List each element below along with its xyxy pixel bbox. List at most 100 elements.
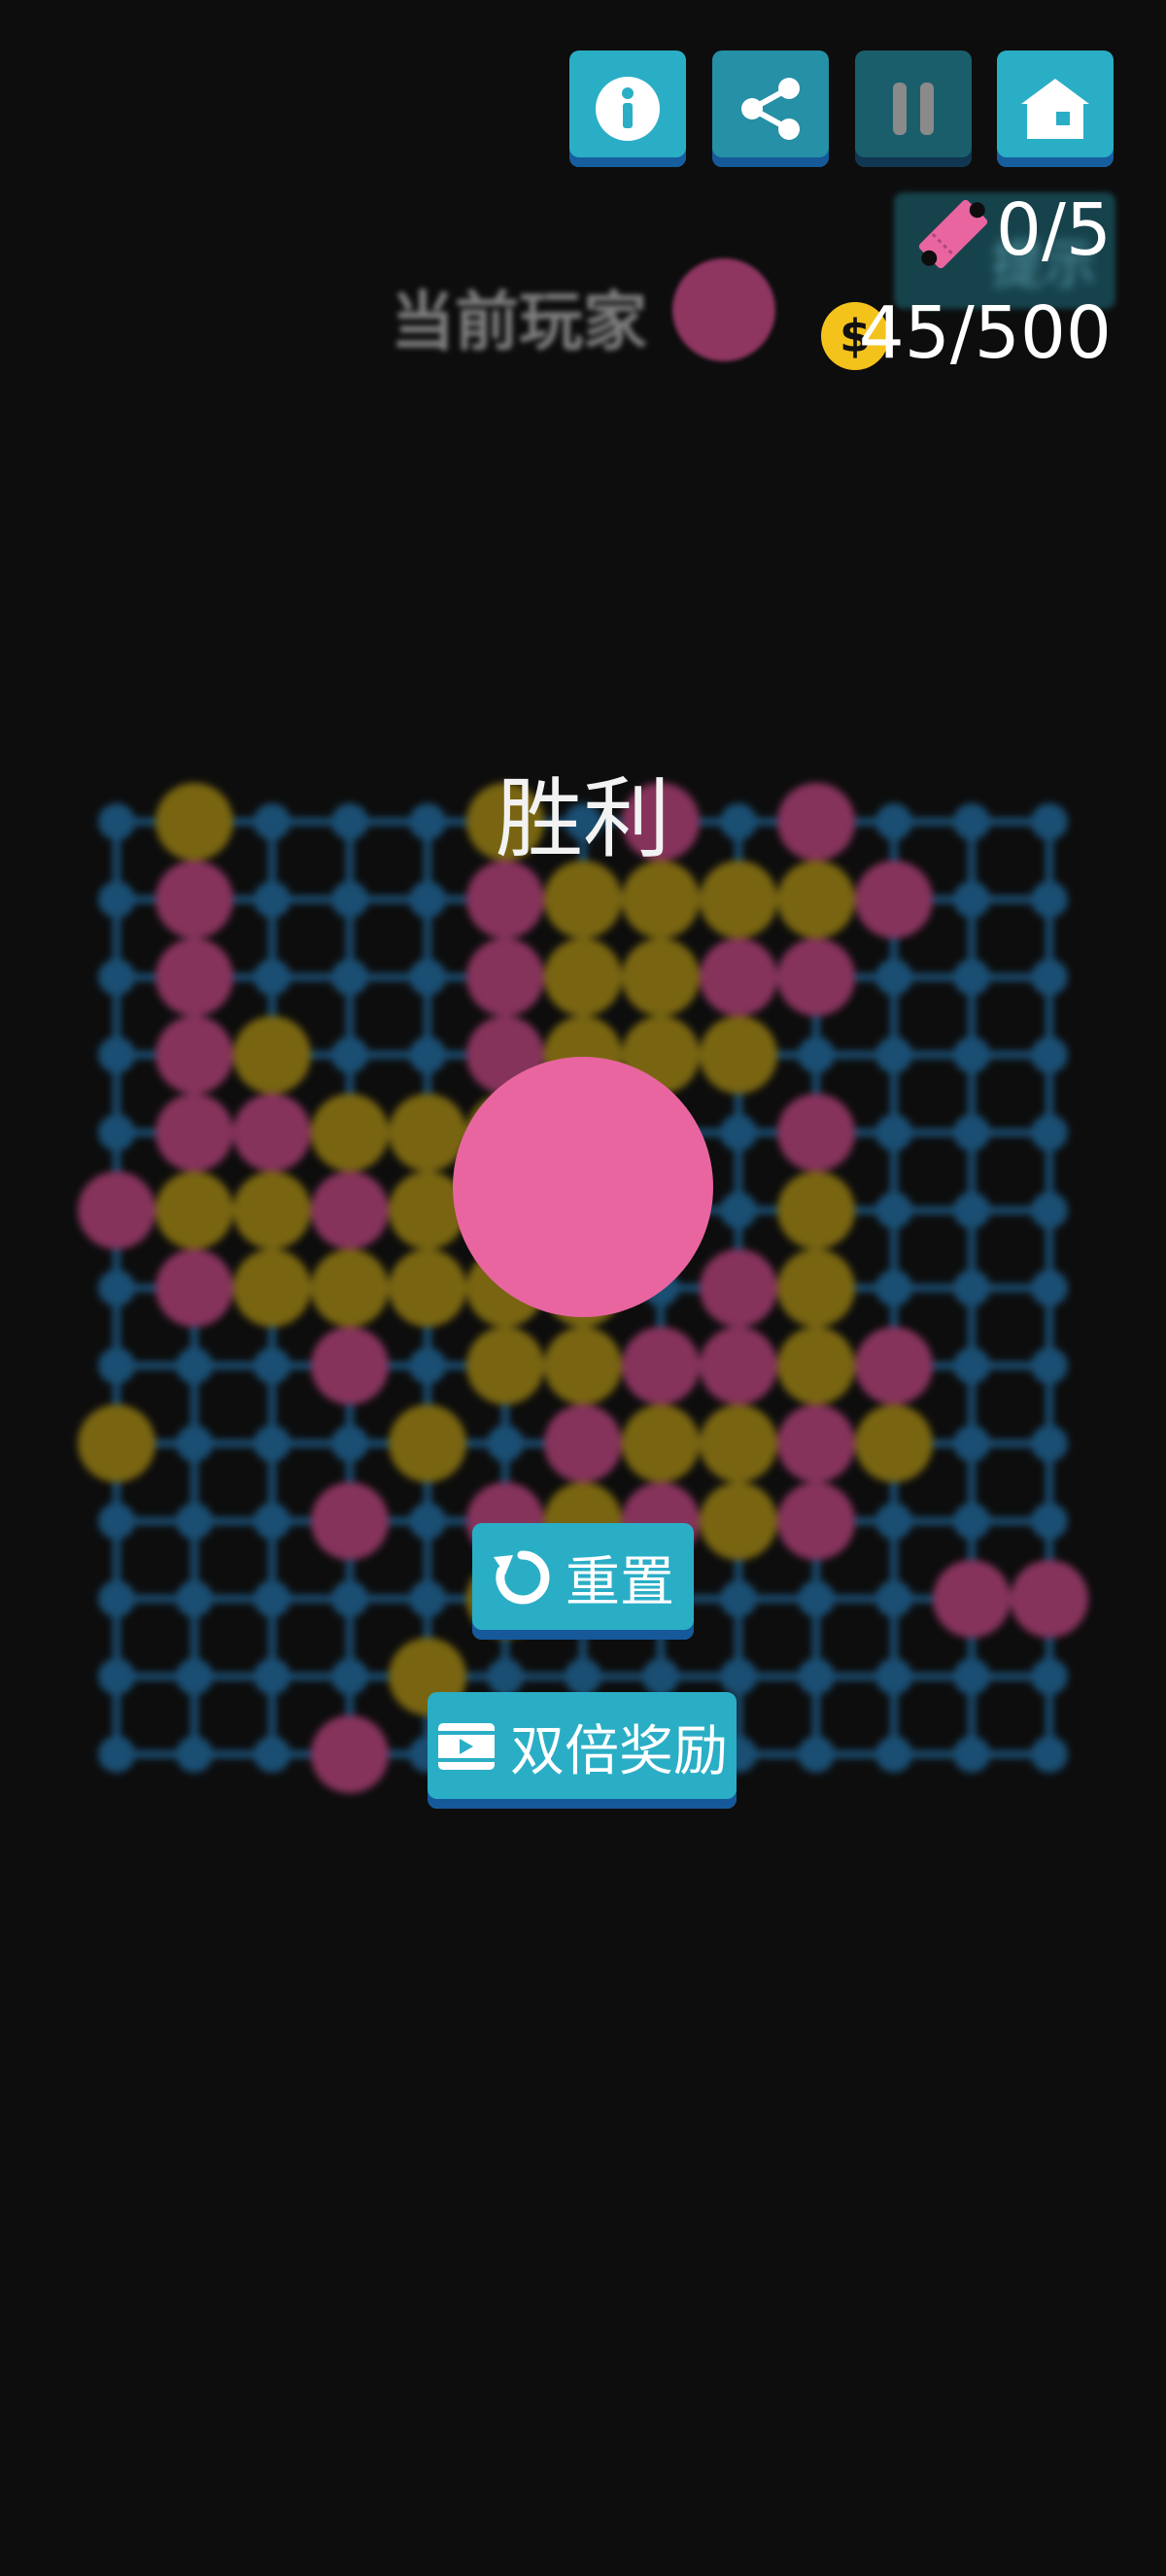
- empty-node[interactable]: [98, 1736, 135, 1773]
- empty-node[interactable]: [1031, 1658, 1068, 1695]
- pink-stone[interactable]: [155, 1249, 233, 1327]
- empty-node[interactable]: [176, 1503, 213, 1540]
- empty-node[interactable]: [487, 1425, 524, 1462]
- empty-node[interactable]: [331, 1425, 368, 1462]
- empty-node[interactable]: [331, 1036, 368, 1073]
- empty-node[interactable]: [409, 1347, 446, 1384]
- yellow-stone[interactable]: [777, 1171, 855, 1249]
- empty-node[interactable]: [720, 1114, 757, 1151]
- yellow-stone[interactable]: [700, 1482, 777, 1560]
- empty-node[interactable]: [409, 881, 446, 918]
- empty-node[interactable]: [875, 1736, 912, 1773]
- empty-node[interactable]: [176, 1347, 213, 1384]
- yellow-stone[interactable]: [233, 1249, 311, 1327]
- yellow-stone[interactable]: [78, 1405, 155, 1482]
- pink-stone[interactable]: [311, 1715, 389, 1793]
- empty-node[interactable]: [409, 959, 446, 996]
- empty-node[interactable]: [176, 1580, 213, 1617]
- yellow-stone[interactable]: [311, 1094, 389, 1171]
- pink-stone[interactable]: [1011, 1560, 1088, 1638]
- empty-node[interactable]: [98, 1580, 135, 1617]
- empty-node[interactable]: [176, 1736, 213, 1773]
- empty-node[interactable]: [409, 1503, 446, 1540]
- pink-stone[interactable]: [544, 1405, 622, 1482]
- empty-node[interactable]: [331, 1658, 368, 1695]
- pink-stone[interactable]: [155, 1094, 233, 1171]
- empty-node[interactable]: [798, 1036, 835, 1073]
- empty-node[interactable]: [953, 881, 990, 918]
- yellow-stone[interactable]: [389, 1405, 466, 1482]
- empty-node[interactable]: [875, 1580, 912, 1617]
- empty-node[interactable]: [1031, 1114, 1068, 1151]
- yellow-stone[interactable]: [389, 1249, 466, 1327]
- empty-node[interactable]: [1031, 1036, 1068, 1073]
- yellow-stone[interactable]: [544, 938, 622, 1016]
- pink-stone[interactable]: [78, 1171, 155, 1249]
- empty-node[interactable]: [720, 1580, 757, 1617]
- pink-stone[interactable]: [933, 1560, 1011, 1638]
- empty-node[interactable]: [875, 1036, 912, 1073]
- empty-node[interactable]: [98, 1503, 135, 1540]
- yellow-stone[interactable]: [777, 1249, 855, 1327]
- empty-node[interactable]: [98, 1036, 135, 1073]
- empty-node[interactable]: [254, 959, 291, 996]
- pink-stone[interactable]: [155, 1016, 233, 1094]
- pink-stone[interactable]: [311, 1171, 389, 1249]
- yellow-stone[interactable]: [622, 1405, 700, 1482]
- empty-node[interactable]: [953, 1658, 990, 1695]
- reset-button[interactable]: 重置: [472, 1523, 694, 1640]
- empty-node[interactable]: [254, 1580, 291, 1617]
- pink-stone[interactable]: [700, 938, 777, 1016]
- yellow-stone[interactable]: [544, 1327, 622, 1405]
- empty-node[interactable]: [953, 1425, 990, 1462]
- empty-node[interactable]: [642, 1658, 679, 1695]
- empty-node[interactable]: [875, 1192, 912, 1229]
- pink-stone[interactable]: [311, 1482, 389, 1560]
- empty-node[interactable]: [720, 1658, 757, 1695]
- empty-node[interactable]: [98, 1658, 135, 1695]
- empty-node[interactable]: [331, 881, 368, 918]
- pink-stone[interactable]: [700, 1249, 777, 1327]
- empty-node[interactable]: [331, 1580, 368, 1617]
- empty-node[interactable]: [1031, 1736, 1068, 1773]
- empty-node[interactable]: [875, 1503, 912, 1540]
- pink-stone[interactable]: [700, 1327, 777, 1405]
- empty-node[interactable]: [98, 881, 135, 918]
- empty-node[interactable]: [409, 1036, 446, 1073]
- empty-node[interactable]: [1031, 1425, 1068, 1462]
- yellow-stone[interactable]: [777, 1327, 855, 1405]
- empty-node[interactable]: [176, 1425, 213, 1462]
- empty-node[interactable]: [98, 1114, 135, 1151]
- empty-node[interactable]: [409, 1580, 446, 1617]
- yellow-stone[interactable]: [700, 1405, 777, 1482]
- pink-stone[interactable]: [622, 1327, 700, 1405]
- empty-node[interactable]: [1031, 881, 1068, 918]
- yellow-stone[interactable]: [233, 1171, 311, 1249]
- yellow-stone[interactable]: [622, 938, 700, 1016]
- empty-node[interactable]: [565, 1658, 601, 1695]
- empty-node[interactable]: [798, 1580, 835, 1617]
- pink-stone[interactable]: [777, 1094, 855, 1171]
- yellow-stone[interactable]: [700, 1016, 777, 1094]
- empty-node[interactable]: [1031, 959, 1068, 996]
- pink-stone[interactable]: [311, 1327, 389, 1405]
- yellow-stone[interactable]: [855, 1405, 933, 1482]
- empty-node[interactable]: [953, 1347, 990, 1384]
- empty-node[interactable]: [875, 1270, 912, 1306]
- empty-node[interactable]: [953, 1736, 990, 1773]
- empty-node[interactable]: [953, 1503, 990, 1540]
- empty-node[interactable]: [487, 1658, 524, 1695]
- yellow-stone[interactable]: [311, 1249, 389, 1327]
- empty-node[interactable]: [875, 959, 912, 996]
- yellow-stone[interactable]: [155, 1171, 233, 1249]
- yellow-stone[interactable]: [233, 1016, 311, 1094]
- empty-node[interactable]: [254, 1736, 291, 1773]
- empty-node[interactable]: [798, 1658, 835, 1695]
- empty-node[interactable]: [254, 1347, 291, 1384]
- empty-node[interactable]: [953, 959, 990, 996]
- empty-node[interactable]: [875, 1114, 912, 1151]
- empty-node[interactable]: [1031, 1270, 1068, 1306]
- empty-node[interactable]: [798, 1736, 835, 1773]
- pink-stone[interactable]: [155, 938, 233, 1016]
- empty-node[interactable]: [254, 881, 291, 918]
